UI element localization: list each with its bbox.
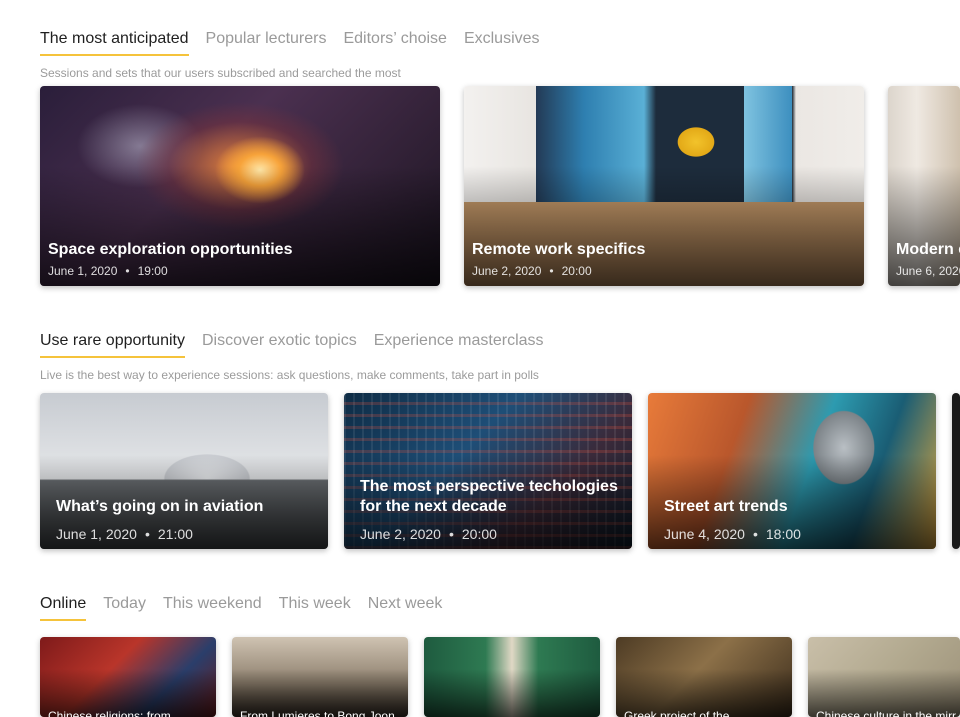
card-date: June 2, 2020 [472,264,542,278]
card-shade [424,669,600,717]
meta-dot: • [448,526,454,542]
card-time: 21:00 [157,526,193,542]
card-time: 20:00 [561,264,592,278]
card-row-small: Chinese religions: from From Lumieres to… [40,637,960,717]
card-title: From Lumieres to Bong Joon [240,709,395,717]
card-title: Space exploration opportunities [48,241,293,258]
meta-dot: • [125,264,130,278]
tab-experience-masterclass[interactable]: Experience masterclass [374,332,544,356]
session-card[interactable]: Space exploration opportunities June 1, … [40,86,440,286]
session-card[interactable]: Remote work specifics June 2, 2020 • 20:00 [464,86,864,286]
tab-exclusives[interactable]: Exclusives [464,30,540,54]
tab-bar: Online Today This weekend This week Next… [40,595,960,623]
card-meta: June 2, 2020 • 20:00 [360,526,497,542]
card-title: Street art trends [664,498,788,515]
meta-dot: • [144,526,150,542]
tab-next-week[interactable]: Next week [368,595,443,619]
card-time: 20:00 [461,526,497,542]
tab-popular-lecturers[interactable]: Popular lecturers [206,30,327,54]
card-title: Chinese culture in the mirr [816,709,957,717]
section-online: Online Today This weekend This week Next… [40,595,960,623]
card-title: What’s going on in aviation [56,498,264,515]
card-meta: June 2, 2020 • 20:00 [472,264,592,278]
card-title: Greek project of the [624,709,730,717]
session-card[interactable]: Greek project of the [616,637,792,717]
card-time: 18:00 [765,526,801,542]
tab-most-anticipated[interactable]: The most anticipated [40,30,189,56]
tab-today[interactable]: Today [103,595,146,619]
card-date: June 4, 2020 [664,526,745,542]
card-meta: June 4, 2020 • 18:00 [664,526,801,542]
tab-bar: Use rare opportunity Discover exotic top… [40,332,960,360]
section-most-anticipated: The most anticipated Popular lecturers E… [40,30,960,80]
card-date: June 1, 2020 [56,526,137,542]
card-meta: June 1, 2020 • 21:00 [56,526,193,542]
tab-bar: The most anticipated Popular lecturers E… [40,30,960,58]
card-row-medium: What’s going on in aviation June 1, 2020… [40,393,960,549]
session-card[interactable]: Street art trends June 4, 2020 • 18:00 [648,393,936,549]
section-subtitle: Sessions and sets that our users subscri… [40,66,401,80]
section-subtitle: Live is the best way to experience sessi… [40,368,539,382]
tab-online[interactable]: Online [40,595,87,621]
card-meta: June 1, 2020 • 19:00 [48,264,168,278]
card-date: June 1, 2020 [48,264,118,278]
tab-editors-choise[interactable]: Editors’ choise [343,30,446,54]
card-time: 19:00 [137,264,168,278]
meta-dot: • [549,264,554,278]
session-card-partial[interactable]: Chinese culture in the mirr [808,637,960,717]
card-date: June 2, 2020 [360,526,441,542]
tab-discover-exotic-topics[interactable]: Discover exotic topics [202,332,357,356]
card-title: Modern e [896,241,960,258]
session-card[interactable] [424,637,600,717]
session-card[interactable]: The most perspective techologies for the… [344,393,632,549]
tab-this-weekend[interactable]: This weekend [163,595,262,619]
session-card-partial[interactable] [952,393,960,549]
tab-use-rare-opportunity[interactable]: Use rare opportunity [40,332,185,358]
tab-this-week[interactable]: This week [279,595,351,619]
section-rare-opportunity: Use rare opportunity Discover exotic top… [40,332,960,382]
card-title: The most perspective techologies for the… [360,478,618,515]
card-title: Remote work specifics [472,241,646,258]
session-card[interactable]: From Lumieres to Bong Joon [232,637,408,717]
card-meta: June 6, 2020 [896,264,960,278]
card-title: Chinese religions: from [48,709,171,717]
card-row-large: Space exploration opportunities June 1, … [40,86,960,286]
meta-dot: • [752,526,758,542]
session-card[interactable]: What’s going on in aviation June 1, 2020… [40,393,328,549]
session-card-partial[interactable]: Modern e June 6, 2020 [888,86,960,286]
card-date: June 6, 2020 [896,264,960,278]
session-card[interactable]: Chinese religions: from [40,637,216,717]
